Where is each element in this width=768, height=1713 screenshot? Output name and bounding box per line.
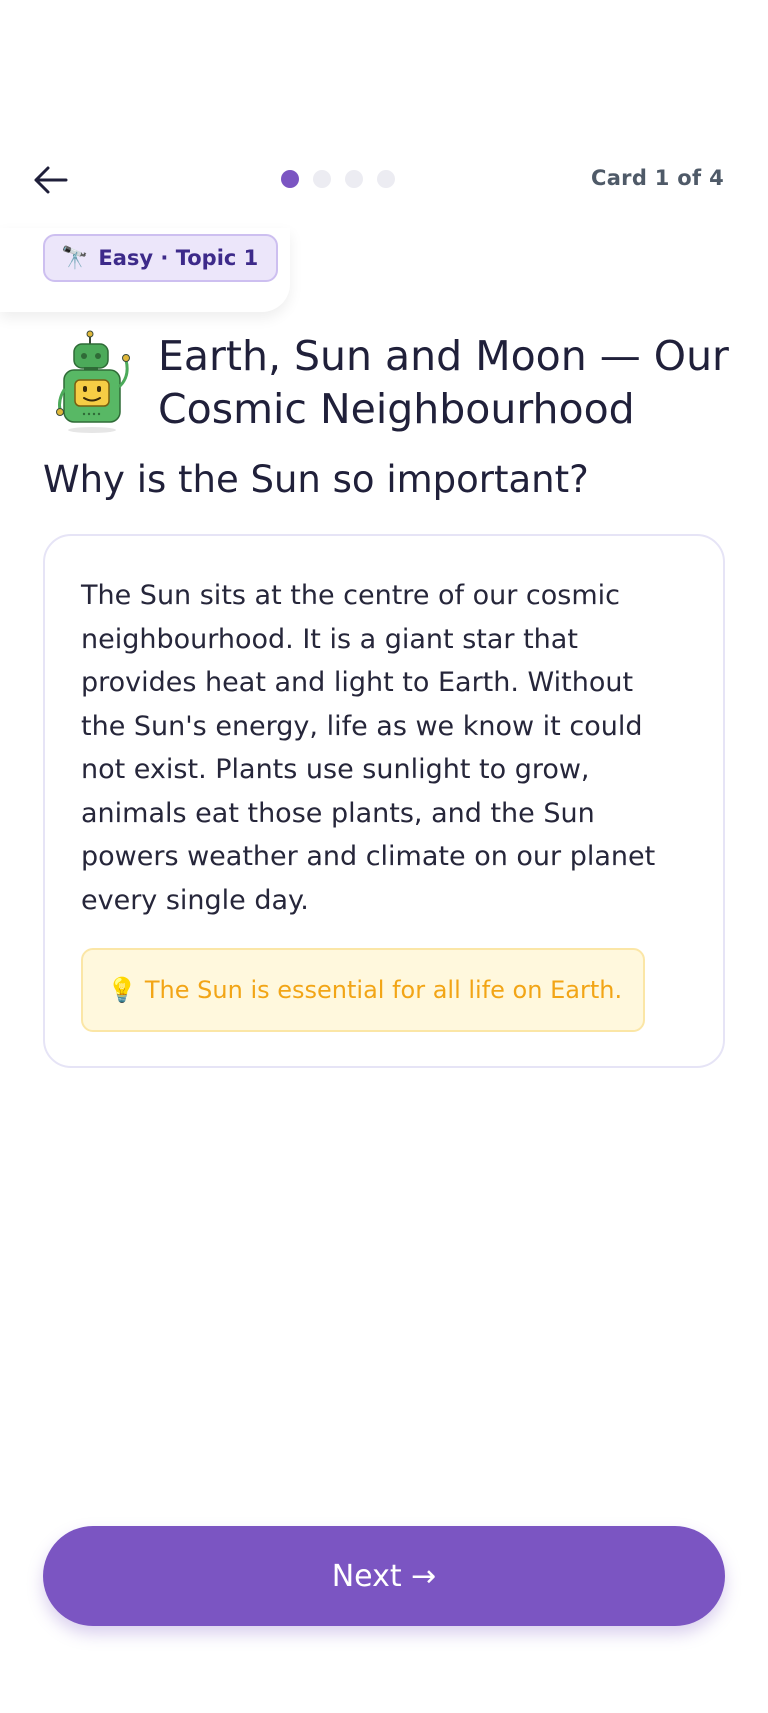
arrow-left-icon <box>34 166 68 194</box>
lesson-title: Earth, Sun and Moon — Our Cosmic Neighbo… <box>158 332 729 433</box>
badge-label: Easy · Topic 1 <box>98 246 259 270</box>
robot-icon <box>56 330 130 433</box>
card-counter: Card 1 of 4 <box>591 166 724 190</box>
lightbulb-icon: 💡 <box>107 976 137 1004</box>
question-heading: Why is the Sun so important? <box>43 458 589 501</box>
progress-dot-4 <box>377 170 395 188</box>
next-button[interactable]: Next → <box>43 1526 725 1626</box>
flashcard-screen: Card 1 of 4 🔭 Easy · Topic 1 Earth, Sun … <box>0 0 768 1713</box>
lesson-header: Earth, Sun and Moon — Our Cosmic Neighbo… <box>54 330 734 436</box>
key-fact-callout: 💡 The Sun is essential for all life on E… <box>81 948 645 1032</box>
content-card: The Sun sits at the centre of our cosmic… <box>43 534 725 1068</box>
key-fact-text: The Sun is essential for all life on Ear… <box>144 976 623 1004</box>
top-bar: Card 1 of 4 <box>0 150 768 210</box>
progress-dots <box>281 170 395 188</box>
content-body: The Sun sits at the centre of our cosmic… <box>81 580 656 916</box>
progress-dot-3 <box>345 170 363 188</box>
progress-dot-1 <box>281 170 299 188</box>
difficulty-badge: 🔭 Easy · Topic 1 <box>43 234 279 282</box>
back-button[interactable] <box>26 160 74 200</box>
telescope-icon: 🔭 <box>61 245 89 271</box>
progress-dot-2 <box>313 170 331 188</box>
